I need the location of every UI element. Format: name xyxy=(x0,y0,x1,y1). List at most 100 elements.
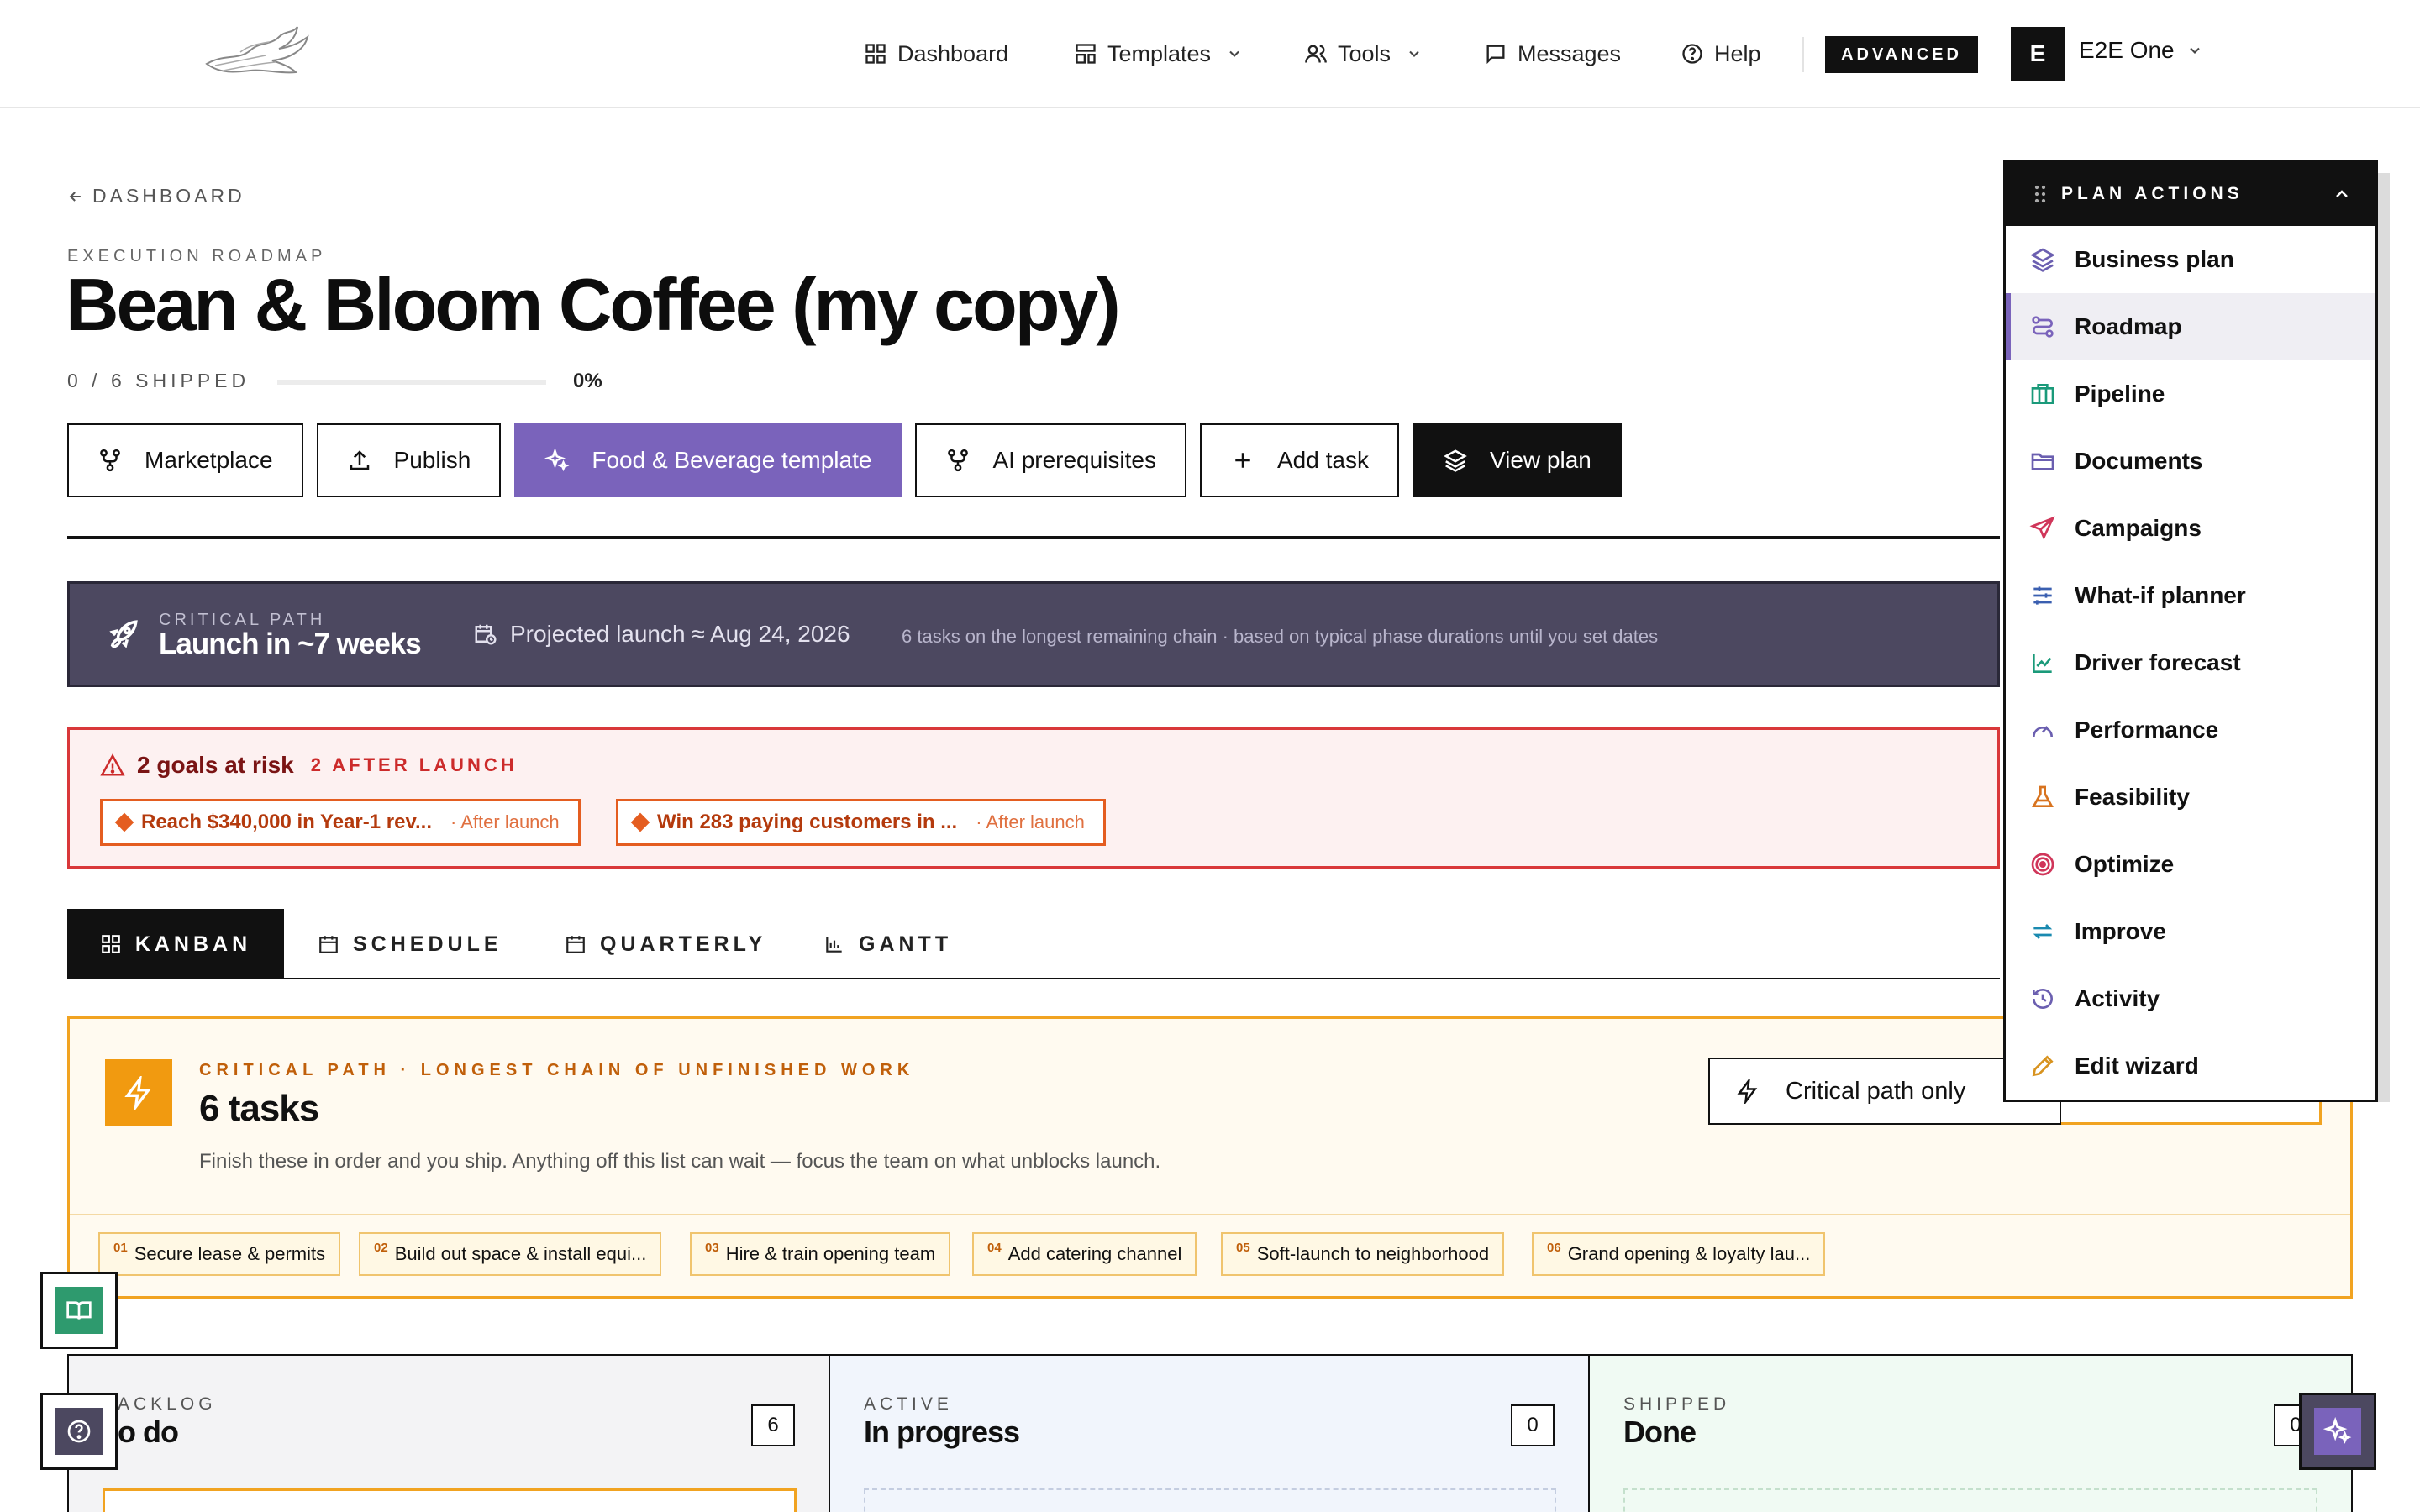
plan-action-label: Feasibility xyxy=(2075,784,2190,810)
critical-path-step[interactable]: 02 Build out space & install equi... xyxy=(359,1232,662,1276)
history-icon xyxy=(2033,988,2053,1009)
tab-kanban[interactable]: KANBAN xyxy=(67,909,284,979)
risk-goal-when: · After launch xyxy=(450,811,560,832)
risk-goal-when: · After launch xyxy=(976,811,1085,832)
column-title: In progress xyxy=(864,1415,1020,1449)
step-number: 01 xyxy=(113,1240,128,1255)
chevron-down-icon xyxy=(2189,47,2200,54)
column-count: 6 xyxy=(751,1404,795,1446)
nodes-icon xyxy=(100,449,120,472)
risk-goal-chip[interactable]: Reach $340,000 in Year-1 rev... · After … xyxy=(100,799,581,846)
flask-icon xyxy=(2032,785,2054,807)
plan-action-improve[interactable]: Improve xyxy=(2006,898,2375,965)
tab-gantt-label: GANTT xyxy=(859,932,953,956)
advanced-mode-badge[interactable]: ADVANCED xyxy=(1825,36,1978,73)
critical-path-step[interactable]: 05 Soft-launch to neighborhood xyxy=(1221,1232,1505,1276)
column-title: o do xyxy=(118,1415,179,1449)
calendar-clock-icon xyxy=(475,624,497,645)
empty-drop-zone[interactable] xyxy=(1623,1488,2317,1512)
help-button[interactable] xyxy=(40,1393,118,1470)
task-card[interactable] xyxy=(103,1488,797,1512)
user-name: E2E One xyxy=(2079,37,2175,63)
plan-action-campaigns[interactable]: Campaigns xyxy=(2006,495,2375,562)
plan-action-driver-forecast[interactable]: Driver forecast xyxy=(2006,629,2375,696)
plan-actions-header[interactable]: PLAN ACTIONS xyxy=(2006,162,2375,226)
plan-actions-title: PLAN ACTIONS xyxy=(2061,184,2244,203)
goals-at-risk-alert: 2 goals at risk 2 AFTER LAUNCH Reach $34… xyxy=(67,727,2000,869)
back-to-dashboard-link[interactable]: DASHBOARD xyxy=(67,185,245,207)
shipped-percent: 0% xyxy=(573,370,602,392)
add-task-button[interactable]: Add task xyxy=(1200,423,1399,497)
step-label: Secure lease & permits xyxy=(134,1243,326,1264)
plan-action-performance[interactable]: Performance xyxy=(2006,696,2375,764)
logo[interactable] xyxy=(198,20,316,86)
plan-action-activity[interactable]: Activity xyxy=(2006,965,2375,1032)
avatar[interactable]: E xyxy=(2011,27,2065,81)
guide-button[interactable] xyxy=(40,1272,118,1349)
empty-drop-zone[interactable] xyxy=(864,1488,1556,1512)
risk-goal-chip[interactable]: Win 283 paying customers in ... · After … xyxy=(616,799,1106,846)
nav-templates[interactable]: Templates xyxy=(1074,34,1243,74)
plan-action-feasibility[interactable]: Feasibility xyxy=(2006,764,2375,831)
critical-path-step[interactable]: 04 Add catering channel xyxy=(972,1232,1197,1276)
plan-action-documents[interactable]: Documents xyxy=(2006,428,2375,495)
nav-tools[interactable]: Tools xyxy=(1304,34,1423,74)
plan-action-edit-wizard[interactable]: Edit wizard xyxy=(2006,1032,2375,1100)
plan-action-label: Campaigns xyxy=(2075,515,2202,541)
critical-path-step[interactable]: 01 Secure lease & permits xyxy=(98,1232,341,1276)
plan-action-pipeline[interactable]: Pipeline xyxy=(2006,360,2375,428)
nav-help[interactable]: Help xyxy=(1681,34,1761,74)
step-number: 03 xyxy=(705,1240,719,1255)
food-beverage-template-button[interactable]: Food & Beverage template xyxy=(514,423,902,497)
sparkle-icon xyxy=(544,448,570,472)
help-circle-icon xyxy=(1682,44,1702,64)
message-icon xyxy=(1486,45,1505,65)
grid-icon xyxy=(865,44,886,64)
tab-schedule[interactable]: SCHEDULE xyxy=(318,909,502,979)
layers-icon xyxy=(2030,248,2055,272)
critical-path-step[interactable]: 03 Hire & train opening team xyxy=(690,1232,951,1276)
view-plan-button[interactable]: View plan xyxy=(1412,423,1622,497)
line-chart-icon xyxy=(2033,654,2052,673)
risk-header: 2 goals at risk 2 AFTER LAUNCH xyxy=(100,752,518,779)
ai-assistant-button[interactable] xyxy=(2299,1393,2376,1470)
pencil-icon xyxy=(2032,1055,2054,1077)
tab-quarterly[interactable]: QUARTERLY xyxy=(565,909,766,979)
shipped-progress-bar xyxy=(277,380,546,385)
rocket-icon xyxy=(109,620,138,649)
nav-dashboard[interactable]: Dashboard xyxy=(864,34,1008,74)
plan-action-what-if-planner[interactable]: What-if planner xyxy=(2006,562,2375,629)
step-label: Build out space & install equi... xyxy=(394,1243,647,1264)
tab-gantt[interactable]: GANTT xyxy=(823,909,952,979)
marketplace-button[interactable]: Marketplace xyxy=(67,423,303,497)
refresh-icon xyxy=(2033,924,2053,939)
plan-action-roadmap[interactable]: Roadmap xyxy=(2006,293,2375,360)
grid-icon xyxy=(101,935,120,953)
plan-action-business-plan[interactable]: Business plan xyxy=(2006,226,2375,293)
user-menu[interactable]: E2E One xyxy=(2079,37,2203,64)
critical-path-divider xyxy=(70,1214,2350,1215)
help-circle-icon xyxy=(67,1420,91,1443)
plan-action-optimize[interactable]: Optimize xyxy=(2006,831,2375,898)
drag-handle-icon[interactable] xyxy=(2033,184,2048,204)
plan-action-label: Business plan xyxy=(2075,246,2234,272)
critical-path-step[interactable]: 06 Grand opening & loyalty lau... xyxy=(1532,1232,1826,1276)
nodes-icon xyxy=(948,449,969,472)
nav-dashboard-label: Dashboard xyxy=(897,40,1009,66)
step-label: Add catering channel xyxy=(1007,1243,1182,1264)
book-icon xyxy=(66,1301,92,1320)
critical-path-only-label: Critical path only xyxy=(1786,1077,1966,1105)
diamond-icon xyxy=(114,812,134,832)
plan-action-label: Optimize xyxy=(2075,851,2175,877)
critical-path-banner: CRITICAL PATH Launch in ~7 weeks Project… xyxy=(67,581,2000,687)
view-tabs: KANBAN SCHEDULE QUARTERLY GANTT xyxy=(67,909,2000,979)
folder-icon xyxy=(2031,453,2054,470)
nav-messages[interactable]: Messages xyxy=(1484,34,1621,74)
publish-label: Publish xyxy=(393,447,471,473)
bolt-icon xyxy=(124,1076,151,1110)
publish-button[interactable]: Publish xyxy=(316,423,502,497)
ai-prerequisites-button[interactable]: AI prerequisites xyxy=(915,423,1186,497)
chevron-up-icon[interactable] xyxy=(2332,184,2352,204)
back-link-label: DASHBOARD xyxy=(92,185,245,207)
nav-help-label: Help xyxy=(1714,40,1761,66)
